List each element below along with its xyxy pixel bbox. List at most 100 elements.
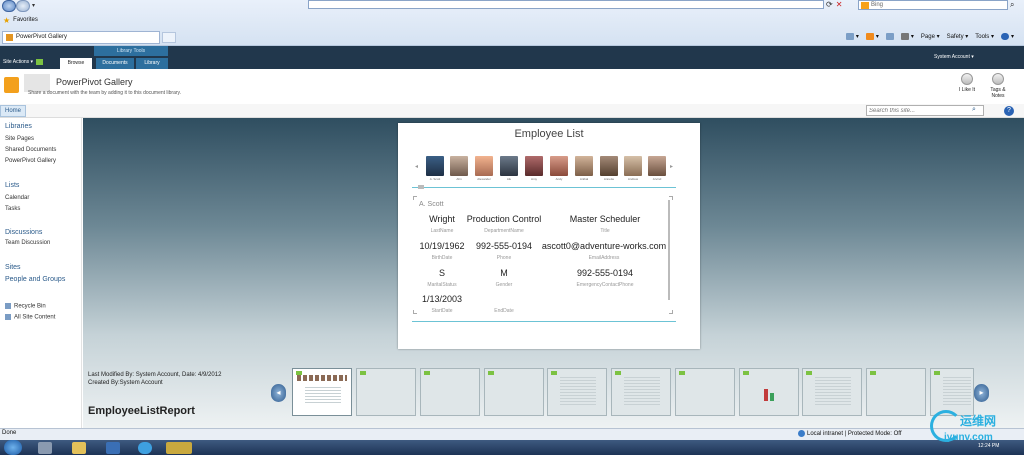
- ql-lists[interactable]: Lists: [5, 182, 19, 189]
- navigate-up-icon[interactable]: [36, 59, 44, 65]
- help-icon[interactable]: ?: [1004, 106, 1014, 116]
- avatar[interactable]: [575, 156, 593, 176]
- print-icon[interactable]: ▾: [900, 33, 914, 40]
- favorites-label[interactable]: Favorites: [13, 17, 38, 23]
- avatar[interactable]: [450, 156, 468, 176]
- slicer-right-arrow[interactable]: ▸: [670, 163, 673, 170]
- mail-icon[interactable]: [885, 33, 894, 40]
- slicer-left-arrow[interactable]: ◂: [415, 163, 418, 170]
- ql-sites[interactable]: Sites: [5, 264, 21, 271]
- ql-site-pages[interactable]: Site Pages: [5, 136, 34, 142]
- taskbar: [0, 440, 1024, 455]
- powershell-icon[interactable]: [106, 442, 120, 454]
- thumbnail[interactable]: [739, 368, 799, 416]
- new-tab-button[interactable]: [162, 31, 176, 43]
- tab-library[interactable]: Library: [136, 58, 168, 69]
- page-menu[interactable]: Page ▾: [921, 33, 940, 40]
- star-icon[interactable]: ★: [3, 16, 10, 25]
- i-like-it-button[interactable]: I Like It: [954, 73, 980, 93]
- field-value: 1/13/2003: [421, 294, 463, 304]
- active-window-icon[interactable]: [166, 442, 192, 454]
- thumbnail[interactable]: [930, 368, 974, 416]
- ql-libraries[interactable]: Libraries: [5, 123, 32, 130]
- avatar[interactable]: [500, 156, 518, 176]
- powerpivot-icon: [6, 33, 13, 41]
- field-value: S: [438, 268, 445, 278]
- chevron-down-icon[interactable]: ▾: [32, 2, 42, 10]
- command-bar: ▾ ▾ ▾ Page ▾ Safety ▾ Tools ▾ ▾: [845, 31, 1014, 42]
- avatar[interactable]: [624, 156, 642, 176]
- scrollbar[interactable]: [418, 185, 424, 189]
- page-title[interactable]: PowerPivot Gallery: [56, 77, 133, 87]
- browser-tab[interactable]: PowerPivot Gallery: [2, 30, 160, 44]
- back-button[interactable]: [2, 0, 16, 12]
- refresh-icon[interactable]: ⟳: [826, 0, 833, 10]
- thumbnail[interactable]: [547, 368, 607, 416]
- report-title: Employee List: [514, 128, 584, 140]
- site-actions-menu[interactable]: Site Actions ▾: [3, 59, 44, 65]
- explorer-icon[interactable]: [72, 442, 86, 454]
- tag-icon: [992, 73, 1004, 85]
- start-button[interactable]: [4, 440, 22, 455]
- avatar[interactable]: [426, 156, 444, 176]
- vertical-scrollbar[interactable]: [668, 200, 670, 300]
- stop-icon[interactable]: ✕: [836, 0, 843, 10]
- account-menu[interactable]: System Account ▾: [934, 54, 974, 60]
- avatar[interactable]: [475, 156, 493, 176]
- internet-explorer-icon[interactable]: [138, 442, 152, 454]
- ql-people-groups[interactable]: People and Groups: [5, 276, 65, 283]
- site-search[interactable]: [866, 105, 984, 116]
- browser-search-box[interactable]: Bing: [858, 0, 1008, 10]
- ql-discussions[interactable]: Discussions: [5, 229, 42, 236]
- ql-recycle-bin[interactable]: Recycle Bin: [5, 303, 46, 310]
- thumbnail[interactable]: [611, 368, 671, 416]
- avatar-name: Anibal: [579, 177, 589, 181]
- ql-shared-documents[interactable]: Shared Documents: [5, 147, 56, 153]
- search-icon[interactable]: ⌕: [1010, 0, 1022, 10]
- tab-documents[interactable]: Documents: [96, 58, 134, 69]
- tags-notes-button[interactable]: Tags & Notes: [984, 73, 1012, 99]
- avatar[interactable]: [550, 156, 568, 176]
- thumbnail[interactable]: [866, 368, 926, 416]
- ql-calendar[interactable]: Calendar: [5, 195, 29, 201]
- field-value: 10/19/1962: [419, 241, 465, 251]
- safety-menu[interactable]: Safety ▾: [947, 33, 969, 40]
- thumbnail[interactable]: [420, 368, 480, 416]
- ql-powerpivot-gallery[interactable]: PowerPivot Gallery: [5, 158, 56, 164]
- search-icon[interactable]: ⌕: [972, 106, 976, 114]
- avatar[interactable]: [600, 156, 618, 176]
- security-zone[interactable]: Local intranet | Protected Mode: Off: [798, 430, 902, 437]
- forward-button[interactable]: [16, 0, 30, 12]
- server-manager-icon[interactable]: [38, 442, 52, 454]
- home-link[interactable]: Home: [0, 105, 26, 117]
- thumbnail[interactable]: [292, 368, 352, 416]
- help-menu-icon[interactable]: ▾: [1000, 33, 1014, 40]
- all-content-icon: [5, 314, 11, 320]
- address-bar[interactable]: [308, 0, 824, 9]
- favorites-bar: ★ Favorites: [0, 14, 1024, 26]
- context-group-label: Library Tools: [94, 46, 168, 56]
- avatar[interactable]: [525, 156, 543, 176]
- field-label: EmailAddress: [588, 255, 620, 261]
- search-input[interactable]: [867, 106, 971, 115]
- thumbnail[interactable]: [356, 368, 416, 416]
- field-label: MaritalStatus: [427, 282, 457, 288]
- ql-team-discussion[interactable]: Team Discussion: [5, 240, 50, 246]
- ql-all-site-content[interactable]: All Site Content: [5, 314, 55, 321]
- home-icon[interactable]: ▾: [845, 33, 859, 40]
- tags-notes-label: Tags & Notes: [990, 87, 1006, 99]
- frame-corner: [669, 310, 673, 314]
- thumbnail[interactable]: [484, 368, 544, 416]
- tools-menu[interactable]: Tools ▾: [975, 33, 994, 40]
- site-logo-icon[interactable]: [4, 77, 19, 93]
- field-label: DepartmentName: [484, 228, 524, 234]
- browser-search-text: Bing: [871, 2, 884, 8]
- thumbnail[interactable]: [675, 368, 735, 416]
- thumbnail-scroll-right-button[interactable]: ▸: [974, 384, 989, 402]
- ql-tasks[interactable]: Tasks: [5, 206, 20, 212]
- thumbnail[interactable]: [802, 368, 862, 416]
- thumbnail-scroll-left-button[interactable]: ◂: [271, 384, 286, 402]
- feeds-icon[interactable]: ▾: [865, 33, 879, 40]
- avatar[interactable]: [648, 156, 666, 176]
- tab-browse[interactable]: Browse: [60, 58, 92, 69]
